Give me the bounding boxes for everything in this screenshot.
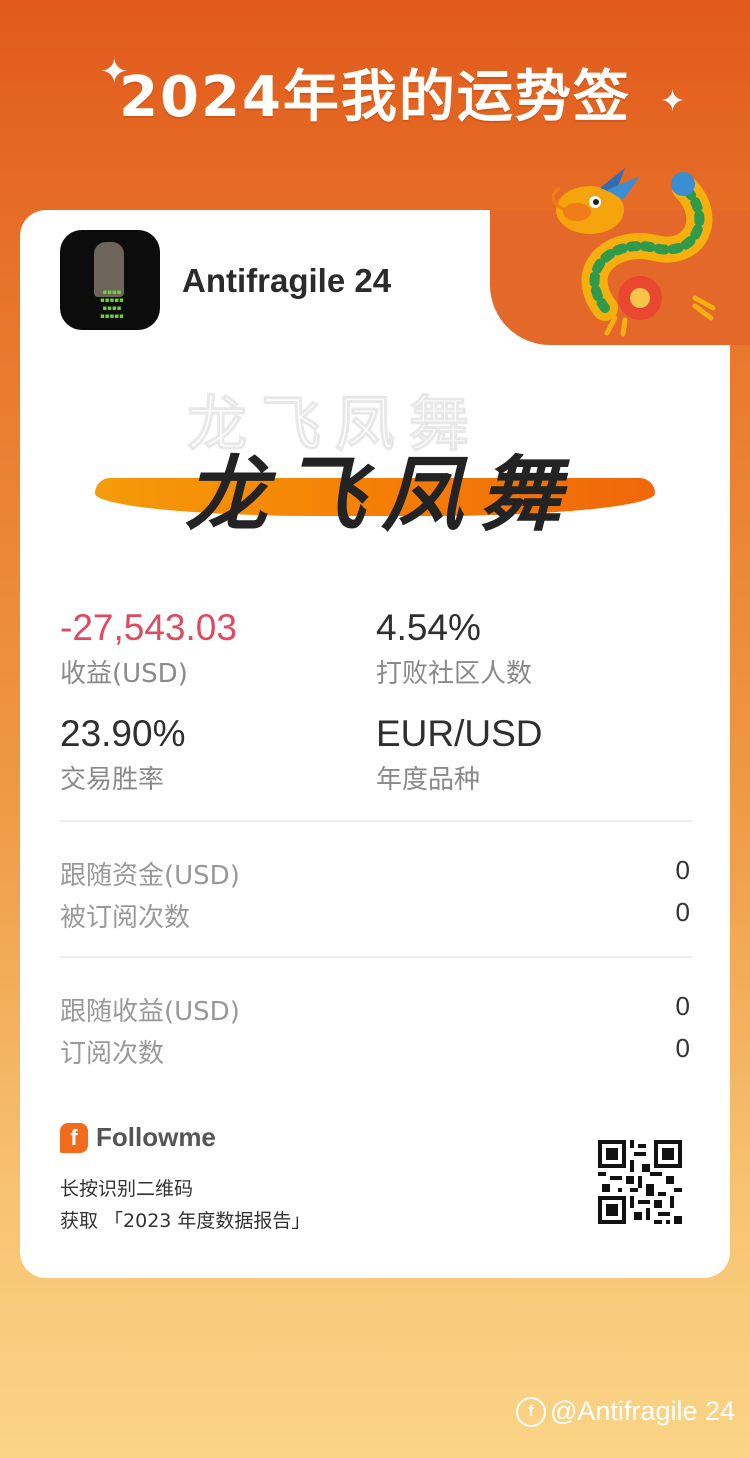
row-subscription-count: 订阅次数 0 bbox=[60, 1033, 690, 1070]
row-label: 跟随资金(USD) bbox=[60, 861, 240, 891]
source-watermark: f @Antifragile 24 bbox=[516, 1396, 735, 1427]
row-value: 0 bbox=[675, 897, 690, 927]
watermark-text: @Antifragile 24 bbox=[550, 1396, 736, 1426]
stat-label: 收益(USD) bbox=[60, 659, 188, 689]
divider bbox=[60, 820, 692, 822]
row-subscribed-count: 被订阅次数 0 bbox=[60, 897, 690, 934]
row-label: 被订阅次数 bbox=[60, 903, 191, 933]
avatar-caption-graphic: ▪▪▪▪ ▪▪▪▪▪ ▪▪▪▪ ▪▪▪▪▪ bbox=[100, 288, 124, 320]
stat-label: 交易胜率 bbox=[60, 765, 165, 795]
row-label: 跟随收益(USD) bbox=[60, 997, 240, 1027]
slogan-text: 龙飞凤舞 bbox=[185, 448, 577, 543]
username: Antifragile 24 bbox=[182, 262, 392, 299]
row-follow-funds: 跟随资金(USD) 0 bbox=[60, 855, 690, 892]
fortune-slogan-banner: 龙飞凤舞 龙飞凤舞 bbox=[95, 380, 655, 543]
qr-hint-line-1: 长按识别二维码 bbox=[60, 1178, 194, 1200]
stat-annual-symbol: EUR/USD 年度品种 bbox=[376, 713, 543, 796]
stat-value: EUR/USD bbox=[376, 713, 543, 754]
stat-profit: -27,543.03 收益(USD) bbox=[60, 607, 237, 690]
divider bbox=[60, 956, 692, 958]
row-value: 0 bbox=[675, 991, 690, 1021]
followme-logo-icon: f bbox=[60, 1122, 88, 1153]
avatar[interactable]: ▪▪▪▪ ▪▪▪▪▪ ▪▪▪▪ ▪▪▪▪▪ bbox=[60, 230, 160, 330]
stat-win-rate: 23.90% 交易胜率 bbox=[60, 713, 186, 796]
stat-value: 23.90% bbox=[60, 713, 186, 754]
dragon-illustration bbox=[551, 168, 716, 337]
qr-hint-line-2: 获取 「2023 年度数据报告」 bbox=[60, 1210, 311, 1232]
stat-beat-community: 4.54% 打败社区人数 bbox=[376, 607, 532, 690]
stat-value: -27,543.03 bbox=[60, 607, 237, 648]
sparkle-icon: ✦ bbox=[100, 52, 129, 92]
sparkle-icon: ✦ bbox=[660, 84, 686, 119]
platform-logo-icon: f bbox=[516, 1396, 546, 1427]
stat-label: 打败社区人数 bbox=[376, 659, 533, 689]
followme-brand: f Followme bbox=[60, 1122, 216, 1153]
row-value: 0 bbox=[675, 855, 690, 885]
stat-label: 年度品种 bbox=[376, 765, 481, 795]
headline-text: 2024年我的运势签 bbox=[119, 65, 631, 130]
row-follow-profit: 跟随收益(USD) 0 bbox=[60, 991, 690, 1028]
brand-name: Followme bbox=[96, 1122, 216, 1152]
row-label: 订阅次数 bbox=[60, 1039, 165, 1069]
stat-value: 4.54% bbox=[376, 607, 481, 648]
row-value: 0 bbox=[675, 1033, 690, 1063]
qr-code[interactable] bbox=[598, 1140, 682, 1224]
